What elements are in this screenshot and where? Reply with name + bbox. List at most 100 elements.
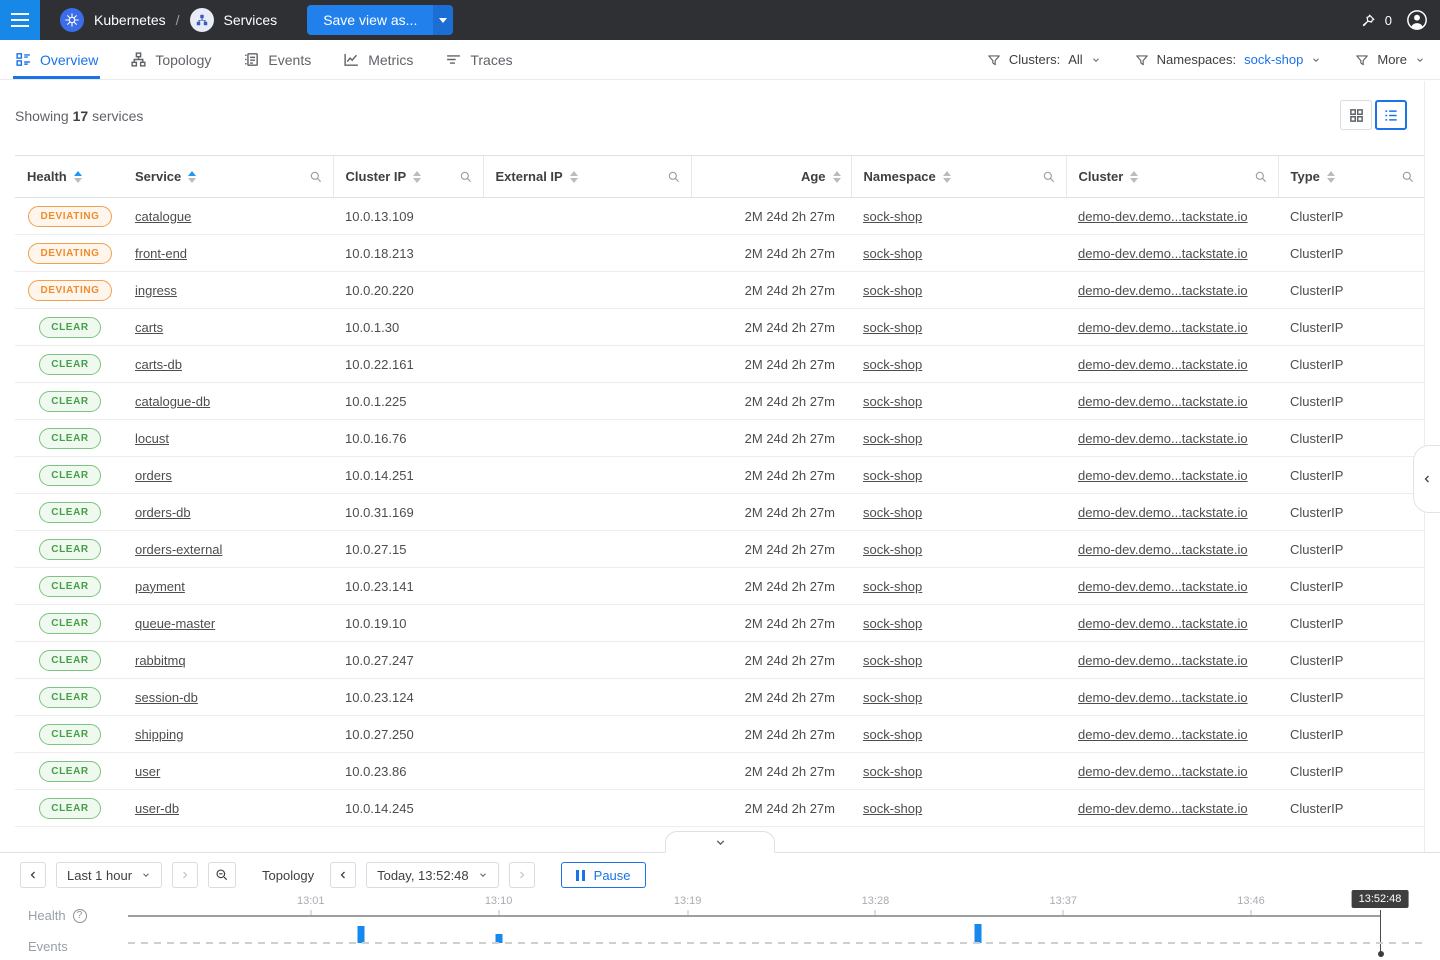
collapse-table-button[interactable] [665, 831, 775, 853]
column-header-service[interactable]: Service [123, 156, 333, 198]
breadcrumb-services[interactable]: Services [190, 8, 278, 32]
service-link[interactable]: session-db [135, 690, 198, 705]
service-link[interactable]: carts-db [135, 357, 182, 372]
tab-topology[interactable]: Topology [130, 40, 211, 79]
sort-icon[interactable] [943, 171, 951, 183]
service-link[interactable]: orders [135, 468, 172, 483]
hamburger-menu-icon[interactable] [0, 0, 40, 40]
pin-icon [1360, 12, 1377, 29]
tab-traces[interactable]: Traces [445, 40, 512, 79]
filter-more[interactable]: More [1355, 52, 1425, 67]
cluster-link[interactable]: demo-dev.demo...tackstate.io [1078, 690, 1248, 705]
cluster-link[interactable]: demo-dev.demo...tackstate.io [1078, 431, 1248, 446]
namespace-link[interactable]: sock-shop [863, 431, 922, 446]
top-bar: Kubernetes / Services Save view as... 0 [0, 0, 1440, 40]
filter-namespaces[interactable]: Namespaces: sock-shop [1135, 52, 1322, 67]
tab-overview[interactable]: Overview [15, 40, 98, 79]
namespace-link[interactable]: sock-shop [863, 505, 922, 520]
namespace-link[interactable]: sock-shop [863, 246, 922, 261]
service-link[interactable]: locust [135, 431, 169, 446]
event-bar[interactable] [357, 926, 364, 943]
namespace-link[interactable]: sock-shop [863, 468, 922, 483]
sort-icon[interactable] [74, 171, 82, 183]
cluster-ip-value: 10.0.18.213 [333, 235, 483, 272]
namespace-link[interactable]: sock-shop [863, 320, 922, 335]
service-link[interactable]: queue-master [135, 616, 215, 631]
cluster-link[interactable]: demo-dev.demo...tackstate.io [1078, 394, 1248, 409]
service-link[interactable]: user [135, 764, 160, 779]
service-link[interactable]: ingress [135, 283, 177, 298]
cluster-link[interactable]: demo-dev.demo...tackstate.io [1078, 727, 1248, 742]
sort-icon[interactable] [1327, 171, 1335, 183]
cluster-link[interactable]: demo-dev.demo...tackstate.io [1078, 320, 1248, 335]
search-icon[interactable] [459, 170, 473, 184]
search-icon[interactable] [1401, 170, 1415, 184]
column-header-cluster[interactable]: Cluster [1066, 156, 1278, 198]
cluster-link[interactable]: demo-dev.demo...tackstate.io [1078, 801, 1248, 816]
cluster-link[interactable]: demo-dev.demo...tackstate.io [1078, 579, 1248, 594]
service-link[interactable]: user-db [135, 801, 179, 816]
namespace-link[interactable]: sock-shop [863, 764, 922, 779]
breadcrumb-kubernetes[interactable]: Kubernetes [60, 8, 166, 32]
time-range-back-button[interactable] [20, 862, 46, 888]
sort-icon[interactable] [1130, 171, 1138, 183]
namespace-link[interactable]: sock-shop [863, 542, 922, 557]
sort-icon[interactable] [188, 171, 196, 183]
tab-metrics[interactable]: Metrics [343, 40, 413, 79]
save-view-caret-button[interactable] [433, 5, 453, 35]
event-bar[interactable] [975, 924, 982, 943]
sort-icon[interactable] [570, 171, 578, 183]
namespace-link[interactable]: sock-shop [863, 357, 922, 372]
service-link[interactable]: orders-external [135, 542, 222, 557]
tab-events[interactable]: Events [243, 40, 311, 79]
cluster-link[interactable]: demo-dev.demo...tackstate.io [1078, 209, 1248, 224]
current-time-marker[interactable] [1380, 910, 1381, 954]
search-icon[interactable] [309, 170, 323, 184]
column-header-namespace[interactable]: Namespace [851, 156, 1066, 198]
sort-icon[interactable] [833, 171, 841, 183]
service-link[interactable]: shipping [135, 727, 183, 742]
save-view-button[interactable]: Save view as... [307, 5, 433, 35]
expand-right-panel-button[interactable] [1413, 445, 1440, 513]
service-link[interactable]: payment [135, 579, 185, 594]
list-view-button[interactable] [1375, 100, 1407, 130]
namespace-link[interactable]: sock-shop [863, 690, 922, 705]
column-header-external-ip[interactable]: External IP [483, 156, 691, 198]
search-icon[interactable] [1254, 170, 1268, 184]
sort-icon[interactable] [413, 171, 421, 183]
column-header-cluster-ip[interactable]: Cluster IP [333, 156, 483, 198]
grid-view-button[interactable] [1340, 100, 1372, 130]
cluster-link[interactable]: demo-dev.demo...tackstate.io [1078, 505, 1248, 520]
namespace-link[interactable]: sock-shop [863, 727, 922, 742]
service-link[interactable]: catalogue-db [135, 394, 210, 409]
search-icon[interactable] [1042, 170, 1056, 184]
namespace-link[interactable]: sock-shop [863, 653, 922, 668]
cluster-link[interactable]: demo-dev.demo...tackstate.io [1078, 246, 1248, 261]
service-link[interactable]: orders-db [135, 505, 191, 520]
namespace-link[interactable]: sock-shop [863, 616, 922, 631]
cluster-link[interactable]: demo-dev.demo...tackstate.io [1078, 468, 1248, 483]
namespace-link[interactable]: sock-shop [863, 801, 922, 816]
cluster-link[interactable]: demo-dev.demo...tackstate.io [1078, 542, 1248, 557]
column-header-type[interactable]: Type [1278, 156, 1425, 198]
column-header-health[interactable]: Health [15, 156, 123, 198]
service-link[interactable]: front-end [135, 246, 187, 261]
service-link[interactable]: rabbitmq [135, 653, 186, 668]
column-header-age[interactable]: Age [691, 156, 851, 198]
cluster-link[interactable]: demo-dev.demo...tackstate.io [1078, 616, 1248, 631]
cluster-link[interactable]: demo-dev.demo...tackstate.io [1078, 653, 1248, 668]
help-icon[interactable]: ? [73, 909, 87, 923]
pinned-views-button[interactable]: 0 [1360, 12, 1392, 29]
namespace-link[interactable]: sock-shop [863, 579, 922, 594]
cluster-link[interactable]: demo-dev.demo...tackstate.io [1078, 764, 1248, 779]
avatar[interactable] [1406, 9, 1428, 31]
search-icon[interactable] [667, 170, 681, 184]
service-link[interactable]: catalogue [135, 209, 191, 224]
namespace-link[interactable]: sock-shop [863, 394, 922, 409]
namespace-link[interactable]: sock-shop [863, 283, 922, 298]
namespace-link[interactable]: sock-shop [863, 209, 922, 224]
filter-clusters[interactable]: Clusters: All [987, 52, 1101, 67]
cluster-link[interactable]: demo-dev.demo...tackstate.io [1078, 283, 1248, 298]
service-link[interactable]: carts [135, 320, 163, 335]
cluster-link[interactable]: demo-dev.demo...tackstate.io [1078, 357, 1248, 372]
